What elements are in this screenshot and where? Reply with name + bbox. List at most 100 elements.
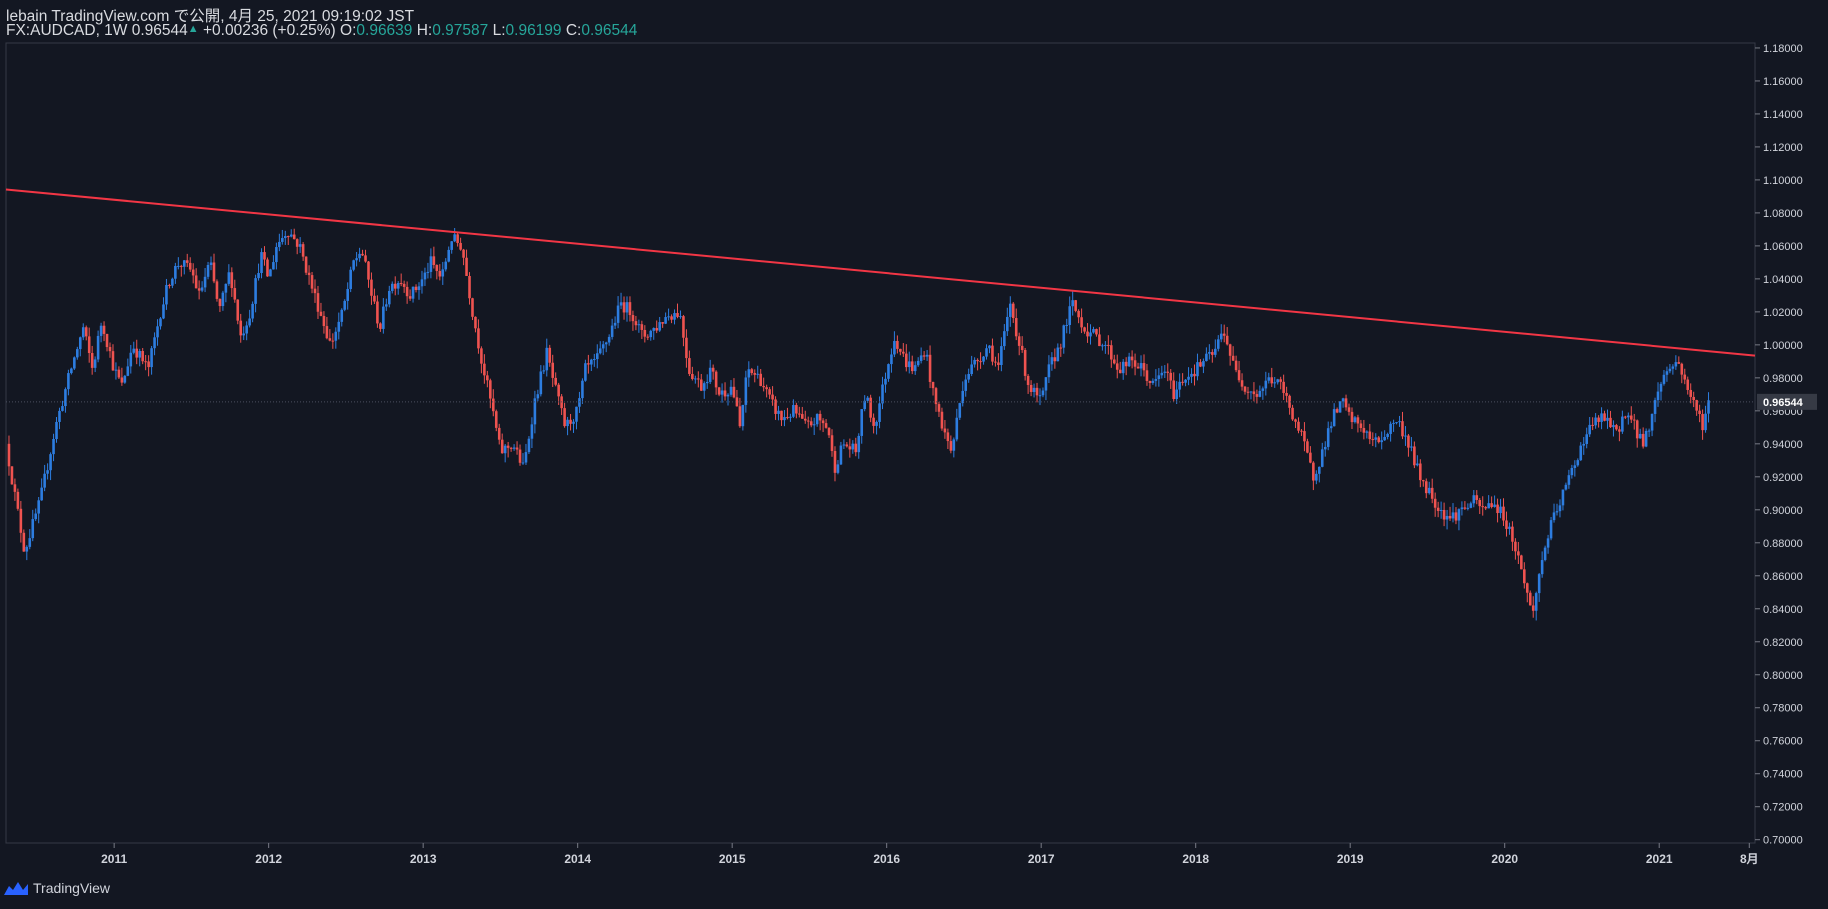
candle-body [1383,436,1386,441]
candle-body [1698,410,1701,415]
candle-body [1549,520,1553,539]
candle-body [515,447,519,450]
candle-body [215,281,219,299]
candle-body [1588,424,1591,435]
candle-body [1056,347,1060,362]
candle-body [688,358,691,374]
candle-body [269,269,272,277]
price-chart[interactable]: 1.18000 1.16000 1.14000 1.12000 1.10000 1.080… [0,0,1828,909]
candle-body [1615,425,1618,430]
y-tick-label: 1.16000 [1763,76,1803,88]
candle-body [352,260,355,270]
candle-body [851,443,855,450]
candle-body [254,278,257,304]
candle-body [979,361,982,363]
candle-body [896,340,899,349]
candle-body [1404,435,1407,437]
candle-body [1187,376,1190,380]
candle-body [1502,506,1505,521]
candle-body [1086,331,1089,337]
candle-body [780,410,783,421]
candle-body [361,253,364,256]
candle-body [46,470,49,474]
candle-body [827,427,831,436]
candle-body [7,443,11,467]
candle-body [197,288,201,291]
candle-body [1410,446,1413,448]
candle-body [860,409,864,436]
candle-body [212,262,216,282]
y-tick-label: 0.94000 [1763,439,1803,451]
candle-body [875,421,878,426]
candle-body [765,387,768,390]
candle-body [916,360,920,366]
candle-body [180,265,183,267]
candle-body [1320,449,1324,467]
last-price-axis-label: 0.96544 [1763,397,1804,409]
candle-body [551,362,555,378]
candle-body [387,290,391,305]
candle-body [1193,373,1196,377]
candle-body [1493,504,1496,507]
candle-body [554,377,557,385]
candle-body [1594,417,1597,426]
candle-body [43,473,46,488]
candle-body [1555,511,1559,513]
candle-body [723,390,727,397]
candle-body [786,417,789,419]
candle-body [854,443,858,453]
candle-body [1395,422,1398,424]
candle-body [90,353,94,368]
candle-body [548,347,552,363]
y-tick-label: 1.06000 [1763,241,1803,253]
candle-body [1668,368,1672,372]
candle-body [489,380,492,399]
candle-body [1439,509,1443,511]
candle-body [717,387,721,395]
candle-body [1635,420,1639,439]
candle-body [729,386,733,395]
candle-body [1436,507,1440,511]
candle-body [1014,318,1018,337]
candle-body [1683,374,1687,380]
candle-body [1413,446,1416,466]
candle-body [177,265,180,267]
candle-body [58,410,61,422]
candle-body [304,256,308,273]
candle-body [1148,380,1152,383]
candle-body [1008,303,1012,317]
candle-body [289,234,293,237]
candle-body [325,326,329,339]
candle-body [753,373,757,375]
y-tick-label: 0.78000 [1763,703,1803,715]
candle-body [973,359,976,365]
candle-body [1347,407,1351,412]
y-tick-label: 1.10000 [1763,175,1803,187]
candle-body [1368,431,1372,440]
candle-body [67,373,70,390]
candle-body [1225,335,1229,345]
candle-body [150,348,153,368]
x-tick-label: 2018 [1182,852,1209,866]
candle-body [1184,379,1187,383]
candle-body [153,337,156,349]
candle-body [714,371,718,388]
candle-body [679,316,682,318]
candle-body [845,444,849,447]
candle-body [619,302,623,306]
candle-body [726,394,730,397]
candle-body [1520,555,1523,570]
candle-body [132,348,136,353]
candle-body [1211,352,1214,355]
candle-body [1478,499,1482,507]
candle-body [1145,370,1149,381]
candle-body [670,316,673,320]
candle-body [1430,487,1434,499]
candle-body [1053,357,1057,362]
candle-body [913,365,917,372]
candle-body [878,403,881,422]
candle-body [575,406,578,422]
candle-body [952,439,956,451]
candle-body [839,445,843,465]
candle-body [1202,361,1205,367]
